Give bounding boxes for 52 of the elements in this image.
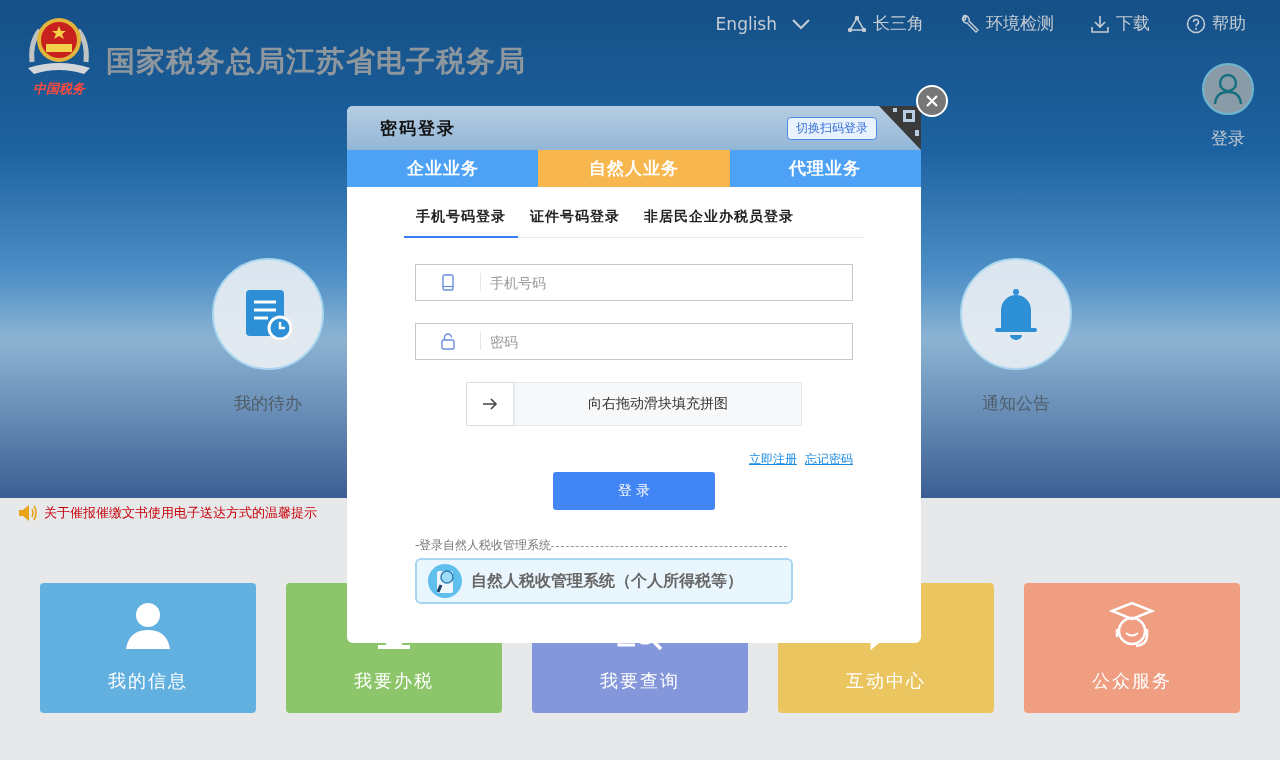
site-title: 国家税务总局江苏省电子税务局 <box>106 43 526 80</box>
close-icon <box>926 95 938 107</box>
service-tile[interactable]: 我的信息 <box>40 583 256 713</box>
nav-link[interactable]: 帮助 <box>1186 12 1246 35</box>
section-label: -登录自然人税收管理系统 <box>415 537 552 554</box>
login-link[interactable]: 登录 <box>1211 127 1245 150</box>
business-tab[interactable]: 企业业务 <box>347 150 539 187</box>
tile-label: 公众服务 <box>1092 669 1172 693</box>
slider-hint: 向右拖动滑块填充拼图 <box>586 394 729 413</box>
shortcut-label[interactable]: 通知公告 <box>982 392 1050 415</box>
dialog-title: 密码登录 <box>380 116 456 140</box>
phone-field[interactable]: 手机号码 <box>415 264 853 301</box>
nav-link[interactable]: 长三角 <box>847 12 924 35</box>
text-link[interactable]: 忘记密码 <box>805 451 853 468</box>
nav-link[interactable]: 环境检测 <box>960 12 1054 35</box>
help-icon <box>1186 13 1206 34</box>
shortcut-label[interactable]: 我的待办 <box>234 392 302 415</box>
magnifier-badge-icon <box>427 563 463 599</box>
login-method-tab[interactable]: 证件号码登录 <box>518 200 632 238</box>
tax-system-button[interactable]: 自然人税收管理系统（个人所得税等） <box>415 558 793 604</box>
arrow-right-icon <box>482 398 498 410</box>
notice-link[interactable]: 关于催报催缴文书使用电子送达方式的温馨提示 <box>44 504 317 522</box>
qr-code-corner-icon[interactable] <box>879 106 921 150</box>
slider-handle[interactable] <box>467 383 514 425</box>
login-method-tab[interactable]: 手机号码登录 <box>404 200 518 238</box>
slider-captcha[interactable]: 向右拖动滑块填充拼图 <box>466 382 802 426</box>
tile-label: 我要查询 <box>600 669 680 693</box>
password-field[interactable]: 密码 <box>415 323 853 360</box>
download-icon <box>1090 13 1110 34</box>
person-icon <box>125 601 171 651</box>
document-clock-icon <box>244 288 292 340</box>
tile-label: 我的信息 <box>108 669 188 693</box>
business-tab[interactable]: 代理业务 <box>729 150 921 187</box>
phone-icon <box>442 273 454 291</box>
switch-qr-login-button[interactable]: 切换扫码登录 <box>787 117 877 140</box>
tile-label: 我要办税 <box>354 669 434 693</box>
chevron-down-icon <box>791 17 811 30</box>
service-tile[interactable]: 公众服务 <box>1024 583 1240 713</box>
triangle-nodes-icon <box>847 14 867 33</box>
padlock-icon <box>441 332 455 350</box>
login-method-tab[interactable]: 非居民企业办税员登录 <box>632 200 806 238</box>
speaker-icon <box>18 504 38 522</box>
logo-caption: 中国税务 <box>33 80 85 98</box>
login-button[interactable]: 登 录 <box>553 472 715 510</box>
wrench-icon <box>960 13 980 34</box>
text-link[interactable]: 立即注册 <box>749 451 797 468</box>
language-dropdown[interactable]: English <box>715 13 811 34</box>
nav-link[interactable]: 下载 <box>1090 12 1150 35</box>
bell-icon <box>993 288 1039 340</box>
tile-label: 互动中心 <box>846 669 926 693</box>
user-avatar[interactable] <box>1202 63 1254 115</box>
user-outline-icon <box>1213 73 1243 105</box>
